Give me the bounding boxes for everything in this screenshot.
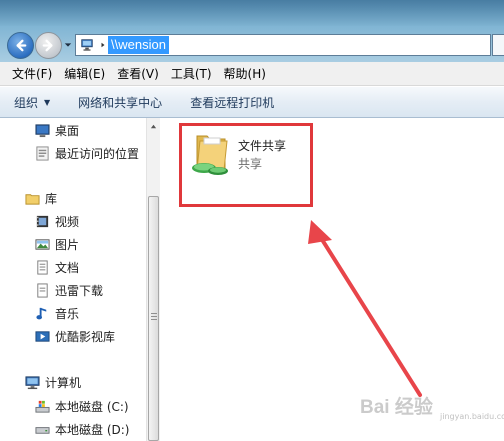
- library-icon: [24, 190, 40, 206]
- downloads-icon: [34, 282, 50, 298]
- nav-label: 迅雷下载: [55, 283, 104, 298]
- organize-label: 组织: [14, 95, 39, 110]
- shared-folder-item[interactable]: 文件共享 共享: [179, 123, 313, 207]
- nav-label: 音乐: [55, 306, 80, 321]
- shared-folder-name: 文件共享: [238, 139, 287, 153]
- nav-label: 文档: [55, 260, 80, 275]
- hard-drive-icon: [34, 421, 50, 437]
- nav-item-music[interactable]: 音乐: [34, 303, 79, 323]
- nav-group-label: 计算机: [45, 375, 82, 390]
- video-icon: [34, 213, 50, 229]
- nav-label: 本地磁盘 (C:): [55, 399, 129, 414]
- scroll-up-button[interactable]: [147, 118, 160, 134]
- chevron-down-icon: [64, 43, 72, 47]
- navigation-pane: 桌面 最近访问的位置 库 视频 图片 文档 迅雷下载 音乐 优酷影视库 计算机 …: [0, 118, 160, 441]
- watermark-logo: Bai 经验: [360, 397, 433, 418]
- nav-group-label: 库: [45, 191, 58, 206]
- nav-label: 本地磁盘 (D:): [55, 422, 130, 437]
- chevron-down-icon: ▼: [44, 97, 51, 107]
- scroll-thumb[interactable]: [148, 196, 159, 441]
- forward-button[interactable]: [35, 32, 62, 59]
- chevron-right-icon[interactable]: [98, 35, 108, 55]
- shared-folder-icon: [189, 130, 233, 178]
- nav-label: 图片: [55, 237, 80, 252]
- grip-icon: [151, 313, 157, 321]
- computer-network-icon: [76, 35, 98, 55]
- back-button[interactable]: [7, 32, 34, 59]
- pictures-icon: [34, 236, 50, 252]
- chevron-up-icon: [150, 124, 157, 128]
- system-drive-icon: [34, 398, 50, 414]
- nav-item-drive-c[interactable]: 本地磁盘 (C:): [34, 396, 129, 416]
- address-bar[interactable]: \\wension: [75, 34, 491, 56]
- documents-icon: [34, 259, 50, 275]
- nav-item-recent[interactable]: 最近访问的位置: [34, 143, 139, 163]
- file-list-pane: 文件共享 共享: [161, 118, 504, 441]
- menu-file[interactable]: 文件(F): [6, 64, 58, 84]
- recent-places-icon: [34, 145, 50, 161]
- menu-tools[interactable]: 工具(T): [165, 64, 218, 84]
- nav-item-drive-d[interactable]: 本地磁盘 (D:): [34, 419, 129, 439]
- nav-item-desktop[interactable]: 桌面: [34, 120, 79, 140]
- music-note-icon: [34, 305, 50, 321]
- nav-label: 优酷影视库: [55, 329, 116, 344]
- shared-folder-type: 共享: [238, 157, 263, 171]
- menu-bar: 文件(F) 编辑(E) 查看(V) 工具(T) 帮助(H): [0, 62, 504, 86]
- computer-icon: [24, 374, 40, 390]
- nav-label: 桌面: [55, 123, 80, 138]
- forward-arrow-icon: [42, 39, 53, 52]
- back-arrow-icon: [16, 39, 27, 52]
- nav-label: 最近访问的位置: [55, 146, 140, 161]
- address-bar-end: [492, 34, 504, 56]
- menu-help[interactable]: 帮助(H): [218, 64, 272, 84]
- nav-item-pictures[interactable]: 图片: [34, 234, 79, 254]
- organize-button[interactable]: 组织 ▼: [14, 94, 50, 111]
- desktop-icon: [34, 122, 50, 138]
- command-bar: 组织 ▼ 网络和共享中心 查看远程打印机: [0, 87, 504, 118]
- address-path-text[interactable]: \\wension: [108, 36, 169, 54]
- nav-label: 视频: [55, 214, 80, 229]
- network-center-button[interactable]: 网络和共享中心: [78, 94, 162, 111]
- remote-printers-button[interactable]: 查看远程打印机: [190, 94, 274, 111]
- watermark-url: jingyan.baidu.com: [440, 412, 504, 421]
- nav-pane-scrollbar[interactable]: [146, 118, 160, 441]
- nav-item-youku[interactable]: 优酷影视库: [34, 326, 115, 346]
- nav-group-computer[interactable]: 计算机: [24, 372, 81, 392]
- menu-edit[interactable]: 编辑(E): [58, 64, 111, 84]
- recent-pages-dropdown[interactable]: [63, 40, 73, 50]
- nav-item-videos[interactable]: 视频: [34, 211, 79, 231]
- nav-item-thunder-downloads[interactable]: 迅雷下载: [34, 280, 103, 300]
- menu-view[interactable]: 查看(V): [111, 64, 165, 84]
- video-library-icon: [34, 328, 50, 344]
- nav-group-libraries[interactable]: 库: [24, 188, 57, 208]
- nav-item-documents[interactable]: 文档: [34, 257, 79, 277]
